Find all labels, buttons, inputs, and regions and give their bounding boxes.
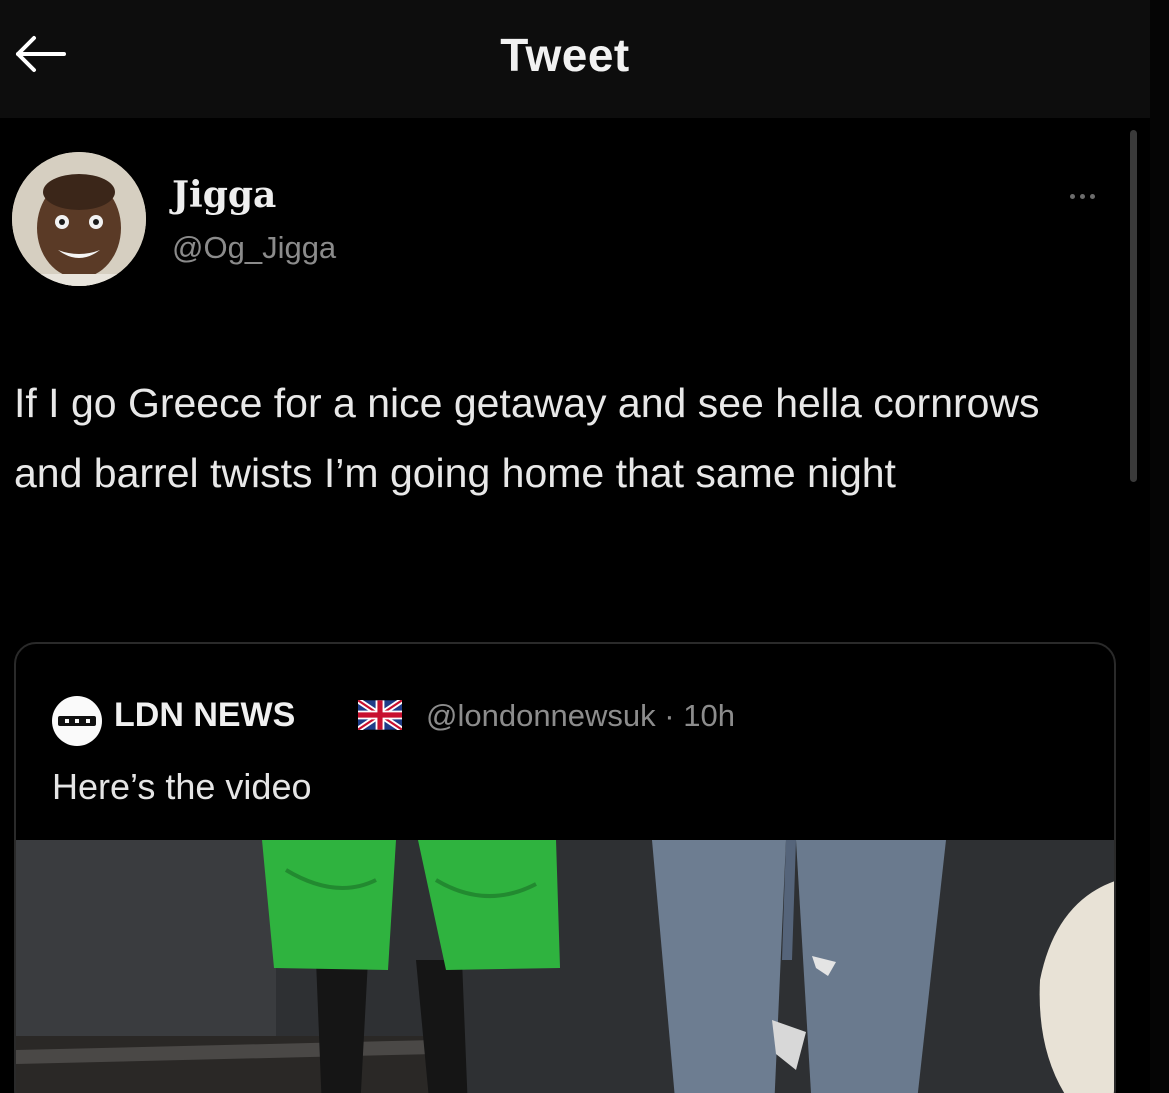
more-horizontal-icon xyxy=(1069,193,1075,199)
scrollbar[interactable] xyxy=(1130,130,1137,482)
avatar[interactable] xyxy=(12,152,146,286)
more-dot xyxy=(1089,193,1095,199)
quoted-tweet-card[interactable]: LDN NEWS @londonnewsuk · 10h Here’s the … xyxy=(14,642,1116,1093)
page-title: Tweet xyxy=(500,29,630,81)
meta-separator: · xyxy=(664,698,675,733)
ldn-news-logo-icon xyxy=(52,696,102,746)
uk-flag-icon xyxy=(358,700,402,730)
author-handle[interactable]: @Og_Jigga xyxy=(172,230,336,266)
top-bar: Tweet xyxy=(0,0,1150,118)
tweet-text: If I go Greece for a nice getaway and se… xyxy=(14,380,1040,496)
quoted-author-handle[interactable]: @londonnewsuk xyxy=(426,698,656,733)
quoted-meta: @londonnewsuk · 10h xyxy=(426,698,735,734)
video-frame xyxy=(16,840,1114,1093)
quoted-tweet-text: Here’s the video xyxy=(52,766,312,807)
video-thumbnail[interactable] xyxy=(16,840,1114,1093)
avatar-photo xyxy=(12,152,146,286)
logo-bar xyxy=(58,716,96,726)
author-name[interactable]: Jigga xyxy=(172,174,276,216)
more-dot xyxy=(1079,193,1085,199)
quoted-author-name[interactable]: LDN NEWS xyxy=(114,696,295,735)
tweet-page: Tweet Jigga @Og_Jigga If I go Greece for… xyxy=(0,0,1169,1093)
more-button[interactable] xyxy=(1052,178,1112,214)
quoted-timestamp[interactable]: 10h xyxy=(683,698,735,733)
right-edge xyxy=(1150,0,1169,1093)
